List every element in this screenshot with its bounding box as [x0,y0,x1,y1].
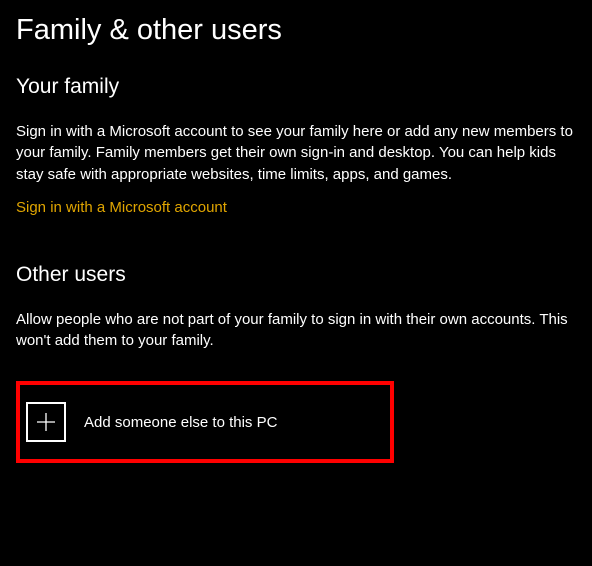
sign-in-microsoft-link[interactable]: Sign in with a Microsoft account [16,199,227,216]
your-family-section: Your family Sign in with a Microsoft acc… [16,75,576,217]
page-title: Family & other users [16,14,576,47]
add-someone-label: Add someone else to this PC [84,414,277,431]
your-family-description: Sign in with a Microsoft account to see … [16,121,576,185]
other-users-section: Other users Allow people who are not par… [16,263,576,464]
add-someone-button[interactable]: Add someone else to this PC [26,402,380,442]
plus-icon [26,402,66,442]
add-user-highlight-box: Add someone else to this PC [16,381,394,463]
other-users-description: Allow people who are not part of your fa… [16,309,576,352]
other-users-heading: Other users [16,263,576,287]
your-family-heading: Your family [16,75,576,99]
